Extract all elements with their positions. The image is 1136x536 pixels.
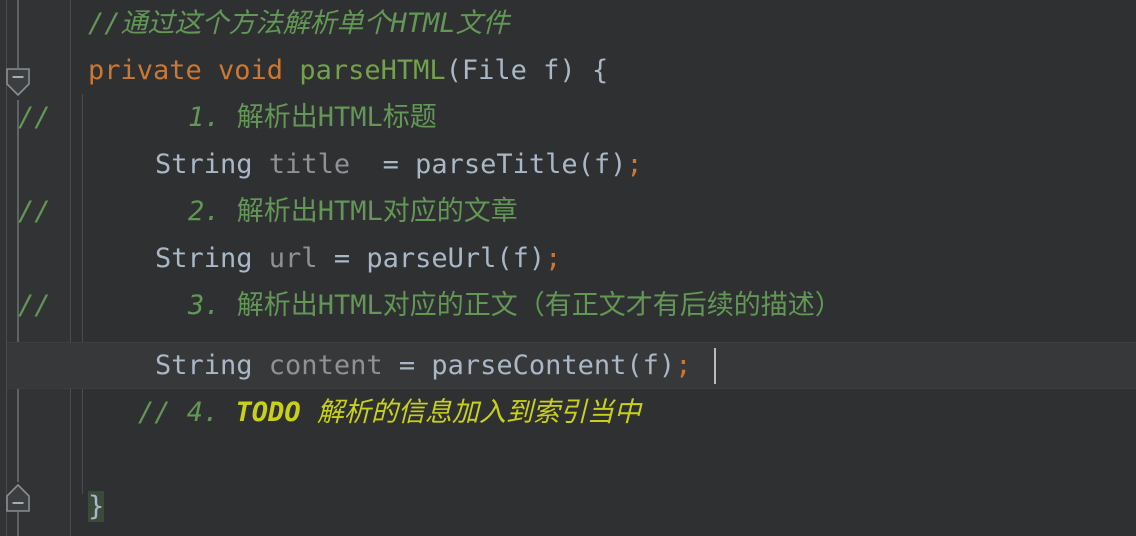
code-token-default: String xyxy=(155,149,269,180)
code-line[interactable]: //通过这个方法解析单个HTML文件 xyxy=(0,0,1136,47)
code-line[interactable]: // 4. TODO 解析的信息加入到索引当中 xyxy=(0,389,1136,436)
code-token-semi: ; xyxy=(545,243,562,274)
code-line-text: 2. 解析出HTML对应的文章 xyxy=(188,188,518,235)
code-line[interactable]: String content = parseContent(f); xyxy=(0,342,1136,389)
gutter-comment-marker: // xyxy=(18,102,51,133)
code-token-local: title xyxy=(268,149,351,180)
code-line-text: String title = parseTitle(f); xyxy=(155,141,643,188)
code-editor[interactable]: //通过这个方法解析单个HTML文件 private void parseHTML… xyxy=(0,0,1136,536)
code-token-semi: ; xyxy=(626,149,643,180)
code-token-method: parseHTML xyxy=(299,55,446,86)
code-line-text: 3. 解析出HTML对应的正文（有正文才有后续的描述） xyxy=(188,282,842,329)
code-token-comment: 3. xyxy=(188,290,237,321)
text-caret xyxy=(714,348,716,384)
code-line-text: String content = parseContent(f); xyxy=(155,342,691,389)
code-token-comment-cn: 解析出HTML对应的文章 xyxy=(236,196,518,227)
gutter-comment-marker: // xyxy=(18,290,51,321)
code-token-todo-text: 解析的信息加入到索引当中 xyxy=(300,397,641,428)
code-line[interactable]: String url = parseUrl(f); xyxy=(0,235,1136,282)
code-line-text: String url = parseUrl(f); xyxy=(155,235,561,282)
code-line[interactable]: private void parseHTML(File f) { xyxy=(0,47,1136,94)
code-token-default: = parseContent(f) xyxy=(382,350,676,381)
code-line[interactable]: String title = parseTitle(f); xyxy=(0,141,1136,188)
code-token-default: String xyxy=(155,243,269,274)
code-token-brace-highlight: } xyxy=(88,491,105,522)
code-token-local: content xyxy=(268,350,383,381)
code-token-comment-cn: 解析出HTML标题 xyxy=(236,102,437,133)
gutter-comment-marker: // xyxy=(18,196,51,227)
code-token-default: = parseTitle(f) xyxy=(350,149,627,180)
code-line[interactable]: // 1. 解析出HTML标题 xyxy=(0,94,1136,141)
code-token-comment-cn: 解析出HTML对应的正文（有正文才有后续的描述） xyxy=(236,290,842,321)
code-token-comment: // 4. xyxy=(138,397,236,428)
code-token-default: String xyxy=(155,350,269,381)
code-token-semi: ; xyxy=(675,350,692,381)
code-token-comment: 1. xyxy=(188,102,237,133)
code-line[interactable]: } xyxy=(0,483,1136,530)
code-token-default: = parseUrl(f) xyxy=(317,243,546,274)
code-token-todo: TODO xyxy=(235,397,301,428)
code-token-default: (File f) { xyxy=(445,55,609,86)
code-line-text: 1. 解析出HTML标题 xyxy=(188,94,437,141)
code-line-text: // 4. TODO 解析的信息加入到索引当中 xyxy=(138,389,641,436)
code-line-text: } xyxy=(88,483,105,530)
code-token-comment: //通过这个方法解析单个HTML文件 xyxy=(88,8,510,39)
code-line[interactable] xyxy=(0,436,1136,483)
code-token-local: url xyxy=(268,243,318,274)
code-line[interactable]: // 3. 解析出HTML对应的正文（有正文才有后续的描述） xyxy=(0,282,1136,329)
code-line[interactable]: // 2. 解析出HTML对应的文章 xyxy=(0,188,1136,235)
code-token-comment: 2. xyxy=(188,196,237,227)
code-line-text: private void parseHTML(File f) { xyxy=(88,47,608,94)
code-token-keyword: private void xyxy=(88,55,300,86)
code-line-text: //通过这个方法解析单个HTML文件 xyxy=(88,0,510,47)
